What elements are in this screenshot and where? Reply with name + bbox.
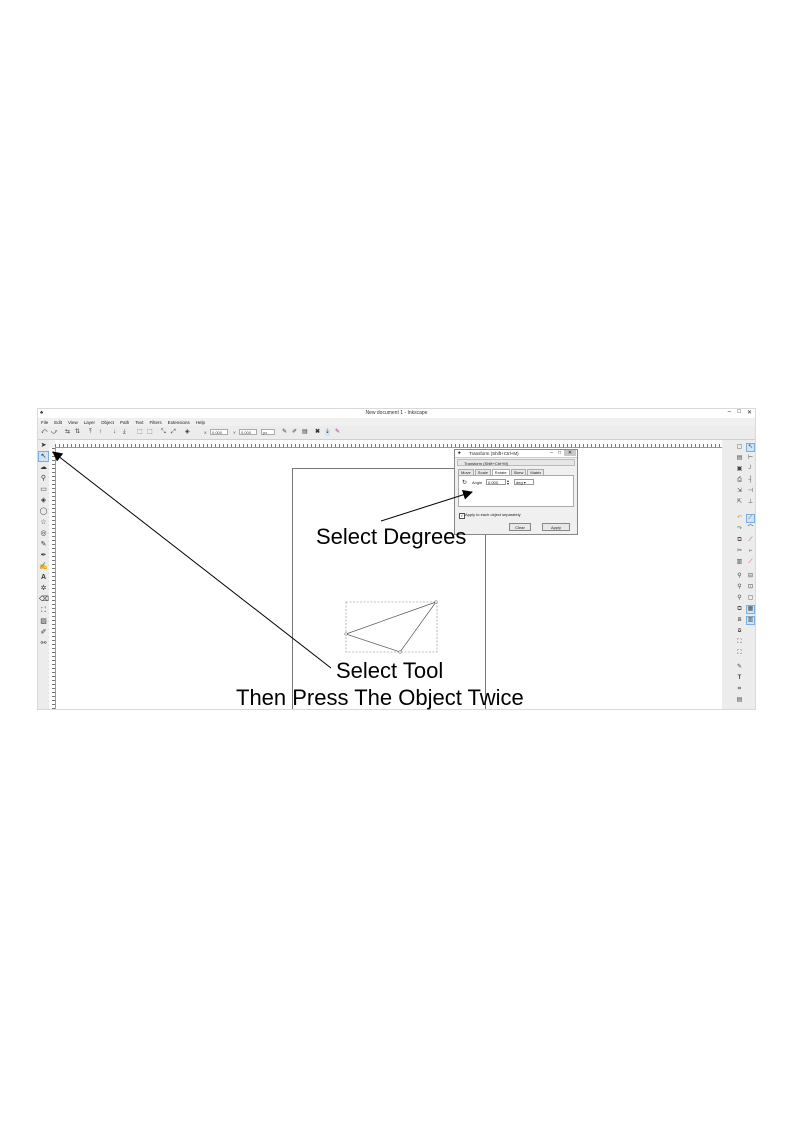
select-tool-callout: Select Tool <box>336 658 444 683</box>
annotation-arrows <box>52 451 473 669</box>
arrow-to-select-tool <box>52 451 332 669</box>
select-degrees-callout: Select Degrees <box>316 524 467 549</box>
arrow-to-degrees <box>380 489 473 522</box>
press-twice-callout: Then Press The Object Twice <box>236 685 524 710</box>
